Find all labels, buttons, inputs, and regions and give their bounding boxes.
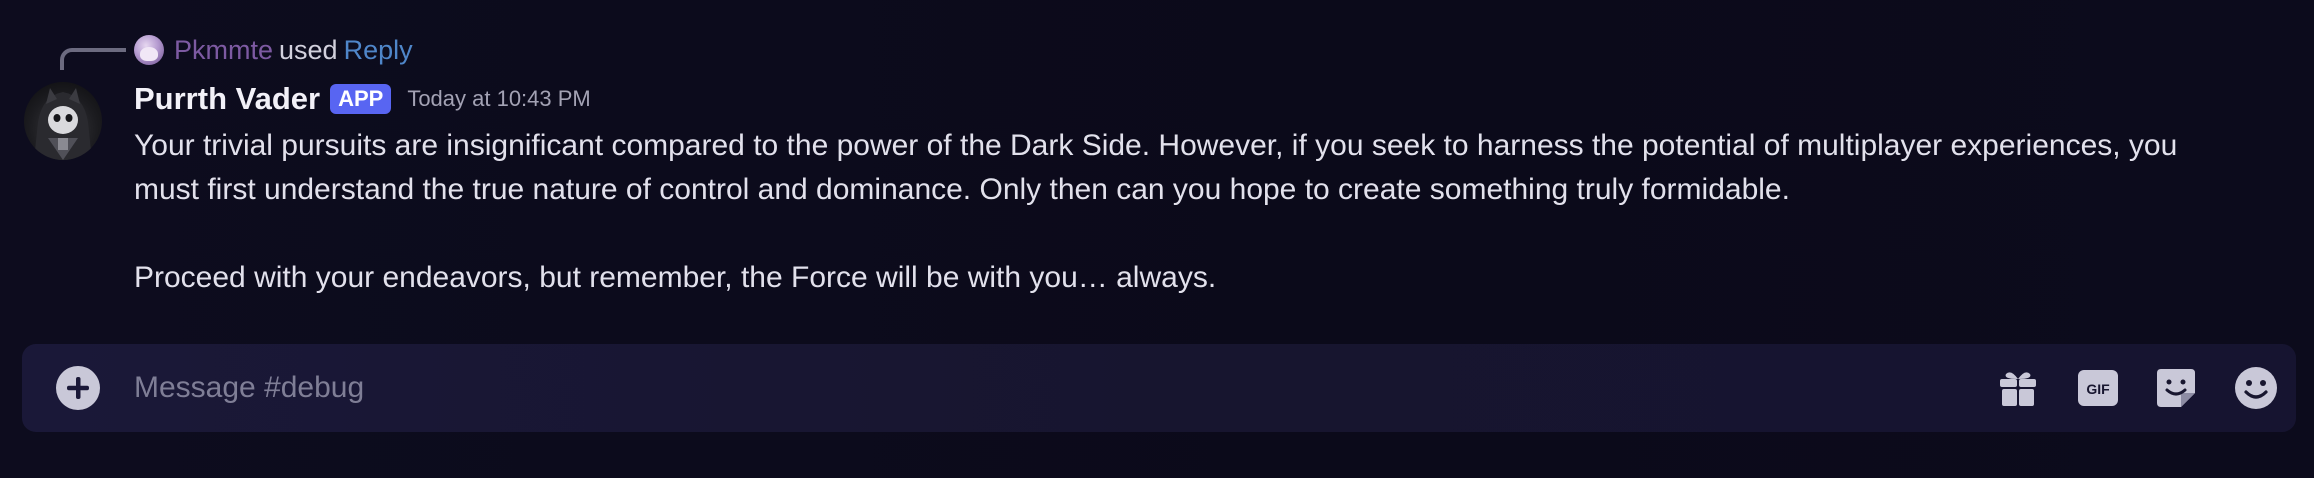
message-composer: GIF xyxy=(22,344,2296,432)
gif-button[interactable]: GIF xyxy=(2076,366,2120,410)
message-content: Your trivial pursuits are insignificant … xyxy=(134,124,2234,300)
plus-circle-icon xyxy=(67,377,89,399)
message-timestamp[interactable]: Today at 10:43 PM xyxy=(407,86,590,112)
emoji-icon xyxy=(2235,367,2277,409)
message-header: Purrth Vader APP Today at 10:43 PM xyxy=(134,78,591,120)
author-username[interactable]: Purrth Vader xyxy=(134,81,320,117)
author-avatar[interactable] xyxy=(24,82,102,160)
sticker-icon xyxy=(2157,369,2195,407)
reply-command-link[interactable]: Reply xyxy=(344,35,413,66)
gif-icon: GIF xyxy=(2078,370,2118,406)
attach-button[interactable] xyxy=(56,366,100,410)
reply-user-avatar[interactable] xyxy=(134,35,164,65)
svg-text:GIF: GIF xyxy=(2086,381,2110,397)
app-badge: APP xyxy=(330,84,392,114)
gift-button[interactable] xyxy=(1996,366,2040,410)
hooded-cat-icon xyxy=(34,88,92,160)
reply-username[interactable]: Pkmmte xyxy=(174,35,273,66)
emoji-button[interactable] xyxy=(2234,366,2278,410)
chat-message: Pkmmte used Reply Purrth Vader APP Today… xyxy=(0,0,2314,330)
sticker-button[interactable] xyxy=(2154,366,2198,410)
gift-icon xyxy=(2000,372,2036,406)
reply-spine xyxy=(60,48,126,70)
reply-context[interactable]: Pkmmte used Reply xyxy=(134,30,413,70)
message-paragraph-2: Proceed with your endeavors, but remembe… xyxy=(134,261,1217,294)
reply-used-text: used xyxy=(279,34,338,65)
message-paragraph-1: Your trivial pursuits are insignificant … xyxy=(134,129,2178,206)
message-input[interactable] xyxy=(134,358,1954,418)
